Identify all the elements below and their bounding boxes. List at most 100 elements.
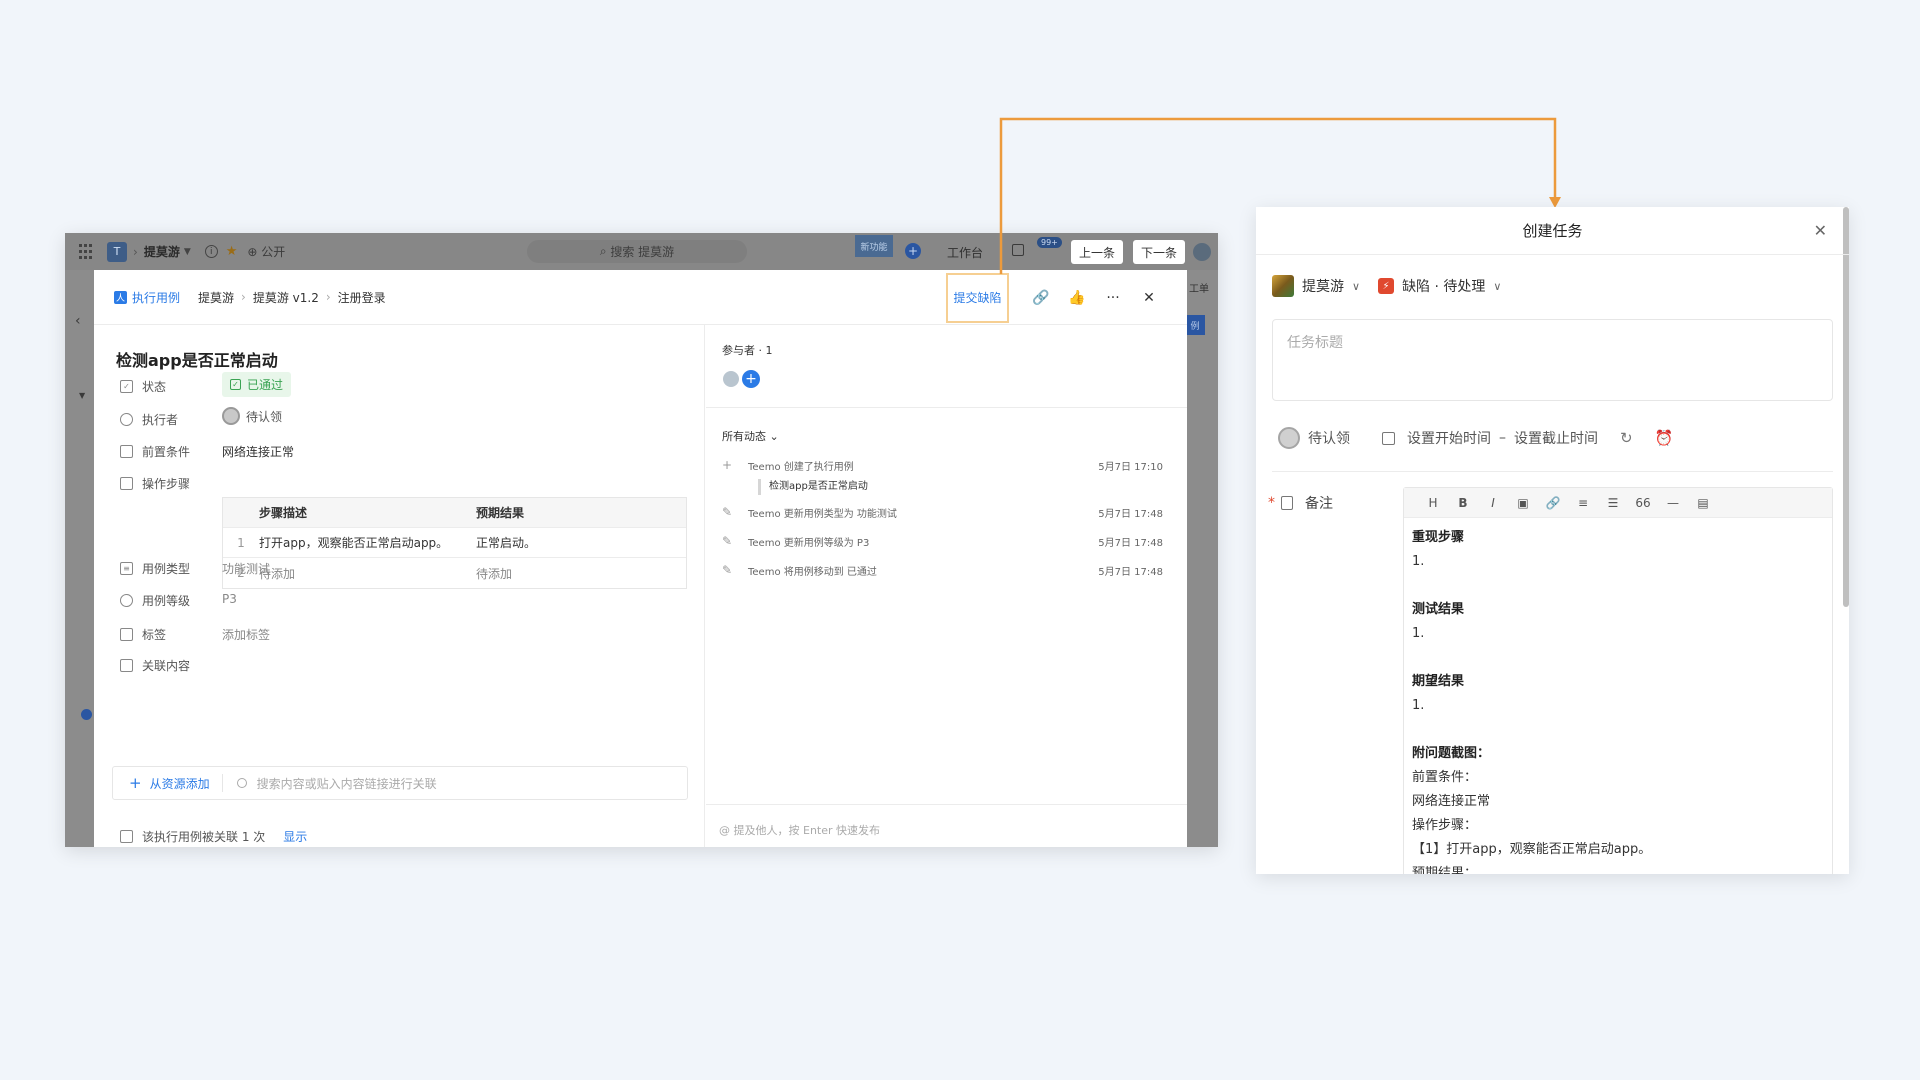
repeat-icon[interactable]: ↻: [1620, 429, 1633, 447]
activity-item: ✎ Teemo 更新用例等级为 P3 5月7日 17:48: [722, 534, 1163, 549]
breadcrumb-item[interactable]: 注册登录: [338, 289, 386, 306]
type-value[interactable]: 功能测试: [222, 560, 270, 577]
activity-text: Teemo 创建了执行用例: [748, 462, 854, 473]
breadcrumb-item[interactable]: 提莫游 v1.2: [253, 289, 319, 306]
activity-filter[interactable]: 所有动态 ⌄: [722, 428, 779, 444]
assignee-select[interactable]: 待认领: [1308, 428, 1350, 448]
show-linked-link[interactable]: 显示: [283, 828, 307, 845]
submit-defect-button[interactable]: 提交缺陷: [946, 272, 1009, 323]
product-logo-icon[interactable]: T: [107, 241, 127, 262]
precondition-value[interactable]: 网络连接正常: [222, 443, 294, 460]
info-icon[interactable]: i: [204, 245, 218, 258]
note-line: 附问题截图：: [1412, 746, 1491, 761]
add-participant-button[interactable]: +: [742, 370, 760, 388]
case-detail-pane: 检测app是否正常启动 ✓ 状态 ✓ 已通过 执行者 待认领 前置条件 网络连接正常…: [94, 325, 705, 847]
table-icon[interactable]: ▤: [1688, 496, 1718, 510]
divider: [1272, 471, 1833, 472]
executor-value[interactable]: 待认领: [222, 407, 282, 425]
chevron-left-icon[interactable]: ‹: [75, 313, 81, 329]
resource-search-placeholder: 搜索内容或贴入内容链接进行关联: [256, 776, 437, 791]
range-dash: –: [1499, 430, 1506, 446]
participant-avatar[interactable]: [723, 371, 739, 387]
case-type-text: 执行用例: [132, 290, 181, 305]
breadcrumb-item[interactable]: 提莫游: [198, 289, 234, 306]
task-type-select[interactable]: 缺陷 · 待处理: [1402, 276, 1485, 296]
divider-icon[interactable]: —: [1658, 496, 1688, 510]
resource-search-input[interactable]: 搜索内容或贴入内容链接进行关联: [236, 775, 437, 792]
note-line: 1.: [1412, 554, 1425, 569]
step-expect[interactable]: 正常启动。: [476, 534, 686, 551]
step-desc[interactable]: 待添加: [259, 565, 476, 582]
quote-icon[interactable]: 66: [1628, 496, 1658, 510]
status-value[interactable]: ✓ 已通过: [222, 372, 292, 397]
activity-time: 5月7日 17:48: [1098, 567, 1163, 578]
task-title-input[interactable]: 任务标题: [1272, 319, 1833, 401]
note-label: * 备注: [1268, 493, 1333, 513]
link-icon[interactable]: 🔗: [1023, 290, 1059, 306]
project-select[interactable]: 提莫游: [1302, 276, 1344, 296]
thumbs-up-icon[interactable]: 👍: [1059, 290, 1095, 306]
resource-bar: + 从资源添加 搜索内容或贴入内容链接进行关联: [112, 766, 688, 800]
background-badge: 例: [1185, 315, 1205, 335]
level-value[interactable]: P3: [222, 592, 237, 606]
comment-input[interactable]: @ 提及他人，按 Enter 快速发布: [719, 822, 880, 838]
project-name[interactable]: 提莫游: [144, 243, 180, 260]
heading-icon[interactable]: H: [1418, 496, 1448, 510]
case-type-tag[interactable]: 人执行用例: [114, 289, 180, 306]
chevron-down-icon[interactable]: ∨: [1352, 280, 1360, 293]
workbench-link[interactable]: 工作台: [947, 244, 983, 261]
add-dot-icon[interactable]: [81, 709, 92, 720]
scrollbar[interactable]: [1843, 207, 1849, 607]
app-grid-icon[interactable]: [79, 243, 95, 260]
global-search[interactable]: ⌕ 搜索 提莫游: [527, 240, 747, 263]
document-icon: [120, 445, 133, 458]
avatar-placeholder-icon: [222, 407, 240, 425]
add-from-resource-button[interactable]: + 从资源添加: [113, 774, 223, 792]
add-icon[interactable]: +: [905, 243, 921, 259]
link-icon[interactable]: 🔗: [1538, 496, 1568, 510]
close-icon[interactable]: ✕: [1814, 221, 1827, 240]
alarm-icon[interactable]: ⏰: [1655, 429, 1674, 447]
panel-header: 创建任务 ✕: [1256, 207, 1849, 255]
image-icon[interactable]: ▣: [1508, 496, 1538, 510]
add-tag-button[interactable]: 添加标签: [222, 626, 270, 643]
note-line: [1412, 574, 1824, 598]
ordered-list-icon[interactable]: ≡: [1568, 496, 1598, 510]
calendar-icon[interactable]: [1012, 244, 1024, 256]
pencil-icon: ✎: [722, 563, 733, 577]
step-desc[interactable]: 打开app，观察能否正常启动app。: [259, 534, 476, 551]
editor-body[interactable]: 重现步骤 1. 测试结果 1. 期望结果 1. 附问题截图： 前置条件： 网络连接正常 操作步骤：…: [1404, 518, 1832, 874]
star-icon[interactable]: ★: [226, 244, 238, 259]
more-icon[interactable]: ···: [1095, 290, 1131, 306]
note-editor[interactable]: H B I ▣ 🔗 ≡ ☰ 66— ▤ 重现步骤 1. 测试结果 1. 期望结果 1. 附问题截图： 前置条件…: [1403, 487, 1833, 874]
table-row[interactable]: 1 打开app，观察能否正常启动app。 正常启动。: [223, 528, 686, 558]
header-actions: 提交缺陷 🔗 👍 ··· ✕: [946, 270, 1167, 325]
bug-icon: ⚡: [1378, 278, 1395, 294]
prev-item-button[interactable]: 上一条: [1071, 240, 1123, 264]
bold-icon[interactable]: B: [1448, 496, 1478, 510]
modal-header: 人执行用例 提莫游 › 提莫游 v1.2 › 注册登录 提交缺陷 🔗 👍 ···…: [94, 270, 1187, 325]
start-time-button[interactable]: 设置开始时间: [1407, 428, 1491, 448]
end-time-button[interactable]: 设置截止时间: [1514, 428, 1598, 448]
italic-icon[interactable]: I: [1478, 496, 1508, 510]
chevron-down-icon[interactable]: ▼: [184, 247, 191, 257]
table-row[interactable]: 2 待添加 待添加: [223, 558, 686, 588]
chevron-down-icon[interactable]: ∨: [1493, 280, 1501, 293]
bullet-list-icon[interactable]: ☰: [1598, 496, 1628, 510]
activity-item: + Teemo 创建了执行用例 5月7日 17:10: [722, 458, 1163, 473]
task-meta-row: 提莫游 ∨ ⚡ 缺陷 · 待处理 ∨: [1272, 275, 1501, 297]
step-expect[interactable]: 待添加: [476, 565, 686, 582]
case-title[interactable]: 检测app是否正常启动: [116, 347, 278, 371]
tag-label-text: 标签: [142, 628, 167, 642]
divider: [706, 407, 1187, 408]
note-line: 测试结果: [1412, 602, 1465, 617]
visibility-label[interactable]: ⊕ 公开: [247, 243, 285, 260]
close-icon[interactable]: ✕: [1131, 290, 1167, 306]
user-avatar[interactable]: [1193, 243, 1211, 261]
next-item-button[interactable]: 下一条: [1133, 240, 1185, 264]
pencil-icon: ✎: [722, 534, 733, 548]
notification-badge[interactable]: 99+: [1037, 237, 1062, 248]
new-feature-badge[interactable]: 新功能: [855, 235, 893, 257]
note-line: 重现步骤: [1412, 530, 1465, 545]
level-label-text: 用例等级: [142, 594, 191, 608]
